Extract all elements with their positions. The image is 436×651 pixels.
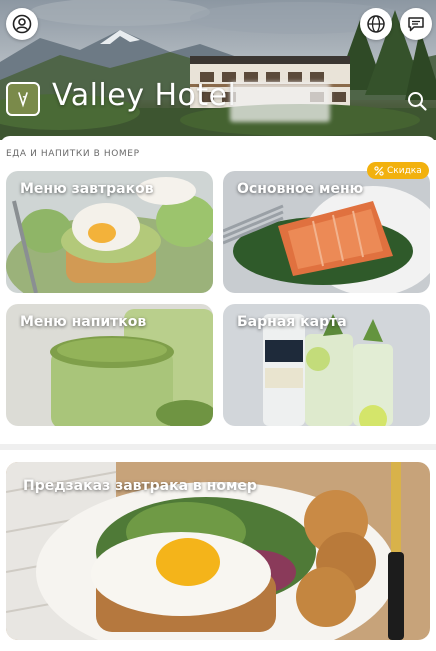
badge-label: Скидка [387, 165, 422, 176]
search-icon [408, 92, 427, 111]
chat-button[interactable] [400, 8, 432, 40]
hero-banner: Valley Hotel [0, 0, 436, 140]
section-label: ЕДА И НАПИТКИ В НОМЕР [6, 149, 140, 159]
profile-button[interactable] [6, 8, 38, 40]
language-button[interactable] [360, 8, 392, 40]
hotel-name: Valley Hotel [52, 78, 237, 113]
tile-bar-card[interactable]: Барная карта [223, 304, 430, 426]
tile-title: Барная карта [237, 314, 347, 330]
tile-main-menu[interactable]: Основное меню [223, 171, 430, 293]
chat-bubble-icon [408, 17, 424, 32]
tile-title: Меню завтраков [20, 181, 154, 197]
section-divider [0, 444, 436, 450]
preorder-title: Предзаказ завтрака в номер [23, 478, 257, 494]
search-button[interactable] [406, 90, 428, 112]
tile-title: Основное меню [237, 181, 364, 197]
percent-icon [374, 165, 384, 176]
globe-icon [367, 15, 385, 33]
tile-title: Меню напитков [20, 314, 147, 330]
tile-breakfast-menu[interactable]: Меню завтраков [6, 171, 213, 293]
user-circle-icon [12, 14, 32, 34]
tile-drinks-menu[interactable]: Меню напитков [6, 304, 213, 426]
redacted-area [230, 82, 330, 122]
preorder-breakfast-banner[interactable]: Предзаказ завтрака в номер [6, 462, 430, 640]
hotel-logo [6, 82, 40, 116]
hotel-logo-icon [18, 92, 28, 108]
main-content: ЕДА И НАПИТКИ В НОМЕР Меню завтраков Осн… [0, 136, 436, 651]
discount-badge: Скидка [367, 162, 429, 179]
